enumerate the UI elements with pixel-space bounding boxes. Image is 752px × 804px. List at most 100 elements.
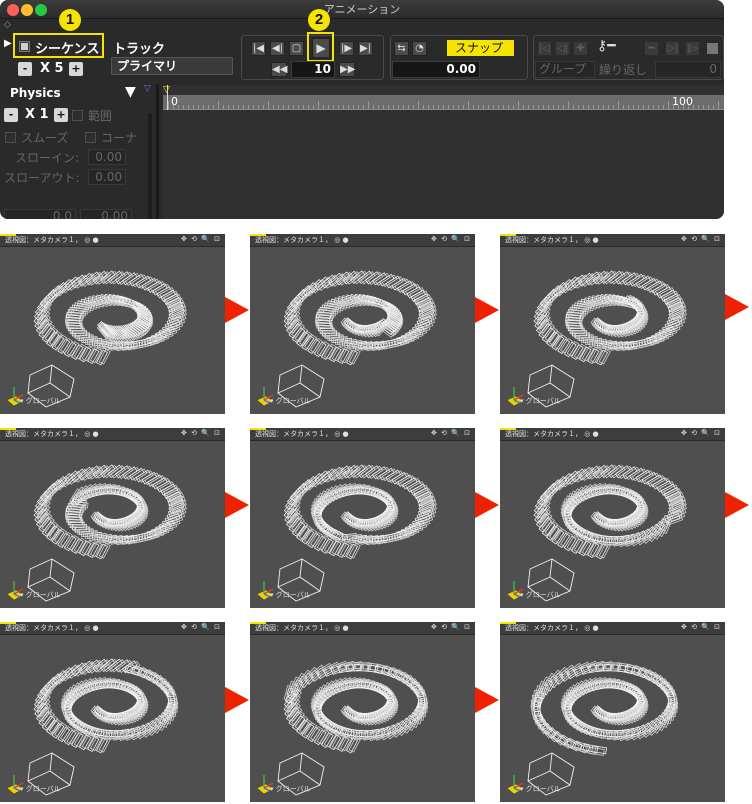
key-icon[interactable]: ⚷━ xyxy=(597,38,616,54)
repeat-value-input[interactable]: 0 xyxy=(655,61,721,78)
go-to-start-button[interactable]: |◀ xyxy=(251,41,266,56)
viewport-nav-icons[interactable]: ✥ ⟲ 🔍 ⊡ xyxy=(431,429,471,437)
key-prev-icon[interactable]: ◁| xyxy=(555,41,570,56)
key-color-swatch[interactable] xyxy=(707,43,718,54)
coordinate-mode-label[interactable]: ▾ グローバル xyxy=(270,590,311,600)
stop-button[interactable]: ▢ xyxy=(289,41,304,56)
ruler-tick xyxy=(213,105,214,109)
viewport-title[interactable]: 透視図：メタカメラ１， ◎ ● xyxy=(505,429,599,439)
viewport-title[interactable]: 透視図：メタカメラ１， ◎ ● xyxy=(255,429,349,439)
viewport-nav-icons[interactable]: ✥ ⟲ 🔍 ⊡ xyxy=(681,235,721,243)
ruler-tick xyxy=(448,105,449,109)
ruler-tick xyxy=(188,105,189,109)
viewport-title[interactable]: 透視図：メタカメラ１， ◎ ● xyxy=(505,235,599,245)
ruler-tick xyxy=(628,105,629,109)
coordinate-mode-label[interactable]: ▾ グローバル xyxy=(520,396,561,406)
snap-value-input[interactable]: 0.00 xyxy=(392,61,480,78)
ruler-tick xyxy=(588,105,589,109)
loop-icon[interactable]: ⇆ xyxy=(394,41,409,56)
multiplier-value[interactable]: X 5 xyxy=(40,61,64,76)
viewport-nav-icons[interactable]: ✥ ⟲ 🔍 ⊡ xyxy=(181,235,221,243)
viewport-title[interactable]: 透視図：メタカメラ１， ◎ ● xyxy=(505,623,599,633)
viewport-title[interactable]: 透視図：メタカメラ１， ◎ ● xyxy=(255,623,349,633)
panel-menu-icon[interactable]: ◇ xyxy=(4,20,11,30)
key-first-icon[interactable]: |◁ xyxy=(537,41,552,56)
ruler-tick xyxy=(608,105,609,109)
viewport-nav-icons[interactable]: ✥ ⟲ 🔍 ⊡ xyxy=(431,235,471,243)
key-add-icon[interactable]: ✚ xyxy=(573,41,588,56)
ruler-tick xyxy=(303,105,304,109)
fast-forward-button[interactable]: ▶▶ xyxy=(339,62,355,77)
physics-multiplier-value[interactable]: X 1 xyxy=(25,107,49,122)
ruler-tick xyxy=(558,105,559,109)
timeline-start-label: 0 xyxy=(171,95,178,108)
corner-checkbox[interactable] xyxy=(85,132,96,143)
playhead-marker-icon[interactable]: ▽ xyxy=(163,85,170,95)
coordinate-mode-label[interactable]: ▾ グローバル xyxy=(20,784,61,794)
slow-out-label: スローアウト: xyxy=(4,171,80,185)
viewport-nav-icons[interactable]: ✥ ⟲ 🔍 ⊡ xyxy=(181,623,221,631)
ruler-tick xyxy=(423,105,424,109)
ruler-tick xyxy=(603,105,604,109)
coordinate-mode-label[interactable]: ▾ グローバル xyxy=(20,396,61,406)
timeline-ruler[interactable] xyxy=(163,95,724,110)
go-to-end-button[interactable]: ▶| xyxy=(358,41,373,56)
bottom-value-2[interactable]: 0.00 xyxy=(80,209,132,219)
ruler-tick xyxy=(378,105,379,109)
step-back-button[interactable]: ◀| xyxy=(270,41,285,56)
increase-multiplier-button[interactable]: + xyxy=(69,62,83,76)
physics-expand-icon[interactable]: ▽ xyxy=(144,84,151,94)
coordinate-mode-label[interactable]: ▾ グローバル xyxy=(270,784,311,794)
ruler-tick xyxy=(433,105,434,109)
key-next-icon[interactable]: ▷| xyxy=(665,41,680,56)
viewport-nav-icons[interactable]: ✥ ⟲ 🔍 ⊡ xyxy=(431,623,471,631)
track-select[interactable]: プライマリ xyxy=(111,57,233,75)
snap-toggle[interactable]: スナップ xyxy=(447,40,514,56)
viewport-nav-icons[interactable]: ✥ ⟲ 🔍 ⊡ xyxy=(681,429,721,437)
viewport-title[interactable]: 透視図：メタカメラ１， ◎ ● xyxy=(255,235,349,245)
ruler-tick xyxy=(178,105,179,109)
step-forward-button[interactable]: |▶ xyxy=(339,41,354,56)
panel-splitter[interactable] xyxy=(156,84,159,219)
rewind-button[interactable]: ◀◀ xyxy=(271,62,287,77)
coordinate-mode-label[interactable]: ▾ グローバル xyxy=(270,396,311,406)
increase-physics-multiplier-button[interactable]: + xyxy=(54,108,68,122)
viewport-nav-icons[interactable]: ✥ ⟲ 🔍 ⊡ xyxy=(681,623,721,631)
coordinate-mode-label[interactable]: ▾ グローバル xyxy=(20,590,61,600)
left-panel-scrollbar[interactable] xyxy=(148,113,152,219)
viewport-header: 透視図：メタカメラ１， ◎ ● ✥ ⟲ 🔍 ⊡ xyxy=(500,622,725,635)
viewport-header: 透視図：メタカメラ１， ◎ ● ✥ ⟲ 🔍 ⊡ xyxy=(250,234,475,247)
bottom-value-1[interactable]: 0.0 xyxy=(4,209,76,219)
ruler-tick xyxy=(383,105,384,109)
slow-out-input[interactable]: 0.00 xyxy=(88,169,126,185)
physics-dropdown-icon[interactable]: ▼ xyxy=(125,84,136,100)
smooth-checkbox[interactable] xyxy=(5,132,16,143)
range-checkbox[interactable] xyxy=(72,110,83,121)
key-last-icon[interactable]: |▷ xyxy=(685,41,700,56)
ruler-tick xyxy=(263,105,264,109)
slow-in-input[interactable]: 0.00 xyxy=(88,149,126,165)
decrease-physics-multiplier-button[interactable]: - xyxy=(4,108,18,122)
ruler-tick xyxy=(568,101,569,109)
group-select[interactable]: グループ xyxy=(535,61,595,78)
ruler-tick xyxy=(533,105,534,109)
callout-1-highlight xyxy=(13,33,104,58)
coordinate-mode-label[interactable]: ▾ グローバル xyxy=(520,590,561,600)
clock-icon[interactable]: ◔ xyxy=(412,41,427,56)
decrease-multiplier-button[interactable]: - xyxy=(18,62,32,76)
viewport-title[interactable]: 透視図：メタカメラ１， ◎ ● xyxy=(5,235,99,245)
slow-in-label: スローイン: xyxy=(15,151,80,165)
ruler-tick xyxy=(408,105,409,109)
viewport-header: 透視図：メタカメラ１， ◎ ● ✥ ⟲ 🔍 ⊡ xyxy=(500,428,725,441)
coordinate-mode-label[interactable]: ▾ グローバル xyxy=(520,784,561,794)
viewport-header: 透視図：メタカメラ１， ◎ ● ✥ ⟲ 🔍 ⊡ xyxy=(0,622,225,635)
expand-triangle-icon[interactable]: ▶ xyxy=(4,38,12,49)
viewport-title[interactable]: 透視図：メタカメラ１， ◎ ● xyxy=(5,623,99,633)
viewport-title[interactable]: 透視図：メタカメラ１， ◎ ● xyxy=(5,429,99,439)
viewport-header: 透視図：メタカメラ１， ◎ ● ✥ ⟲ 🔍 ⊡ xyxy=(0,428,225,441)
frame-input[interactable]: 10 xyxy=(291,61,335,78)
viewport-nav-icons[interactable]: ✥ ⟲ 🔍 ⊡ xyxy=(181,429,221,437)
ruler-tick xyxy=(343,105,344,109)
viewport-header: 透視図：メタカメラ１， ◎ ● ✥ ⟲ 🔍 ⊡ xyxy=(250,428,475,441)
key-delete-icon[interactable]: ━ xyxy=(644,41,659,56)
